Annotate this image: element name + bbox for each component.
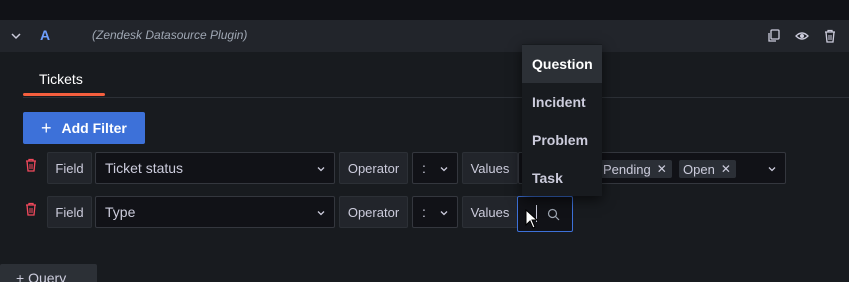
- chevron-down-icon: [317, 167, 325, 172]
- values-label: Values: [462, 196, 518, 228]
- mouse-pointer-icon: [525, 209, 539, 229]
- operator-select-value: :: [422, 160, 426, 176]
- dropdown-option-problem[interactable]: Problem: [522, 121, 602, 159]
- remove-chip-icon[interactable]: ✕: [657, 162, 667, 176]
- operator-label: Operator: [339, 152, 408, 184]
- query-ref-id[interactable]: A: [40, 27, 50, 43]
- plus-icon: +: [16, 270, 29, 282]
- query-row-header: A (Zendesk Datasource Plugin): [0, 20, 849, 52]
- add-query-button[interactable]: + Query: [0, 264, 97, 282]
- field-select[interactable]: Ticket status: [95, 152, 335, 184]
- field-label: Field: [47, 196, 92, 228]
- tab-tickets[interactable]: Tickets: [39, 71, 83, 87]
- field-select[interactable]: Type: [95, 196, 335, 228]
- values-label: Values: [462, 152, 518, 184]
- chevron-down-icon: [317, 211, 325, 216]
- operator-select[interactable]: :: [412, 196, 458, 228]
- field-select-value: Ticket status: [105, 160, 184, 176]
- field-select-value: Type: [105, 204, 136, 220]
- trash-icon[interactable]: [823, 29, 837, 43]
- plus-icon: +: [41, 118, 52, 138]
- eye-icon[interactable]: [795, 29, 809, 43]
- chip-label: Open: [683, 161, 715, 177]
- dropdown-option-question[interactable]: Question: [522, 45, 602, 83]
- remove-filter-trash-icon[interactable]: [24, 202, 38, 216]
- dropdown-option-incident[interactable]: Incident: [522, 83, 602, 121]
- values-dropdown-menu: Question Incident Problem Task: [522, 44, 602, 196]
- operator-select-value: :: [422, 204, 426, 220]
- duplicate-icon[interactable]: [767, 29, 781, 43]
- chip-label: Pending: [603, 161, 651, 177]
- search-icon: [547, 208, 560, 221]
- chevron-down-icon: [440, 167, 448, 172]
- add-filter-label: Add Filter: [61, 120, 127, 136]
- operator-label: Operator: [339, 196, 408, 228]
- remove-chip-icon[interactable]: ✕: [721, 162, 731, 176]
- add-filter-button[interactable]: + Add Filter: [23, 112, 145, 144]
- top-band: [0, 0, 849, 20]
- remove-filter-trash-icon[interactable]: [24, 158, 38, 172]
- value-chip: Open ✕: [679, 160, 736, 178]
- dropdown-option-task[interactable]: Task: [522, 159, 602, 197]
- tab-active-indicator: [23, 93, 105, 96]
- chevron-down-icon: [440, 211, 448, 216]
- tabs-divider: [23, 97, 849, 98]
- chevron-down-icon[interactable]: [9, 29, 23, 43]
- value-chip: Pending ✕: [599, 160, 672, 178]
- datasource-plugin-name: (Zendesk Datasource Plugin): [92, 28, 248, 42]
- field-label: Field: [47, 152, 92, 184]
- add-query-label: Query: [28, 270, 67, 282]
- operator-select[interactable]: :: [412, 152, 458, 184]
- chevron-down-icon[interactable]: [767, 164, 777, 174]
